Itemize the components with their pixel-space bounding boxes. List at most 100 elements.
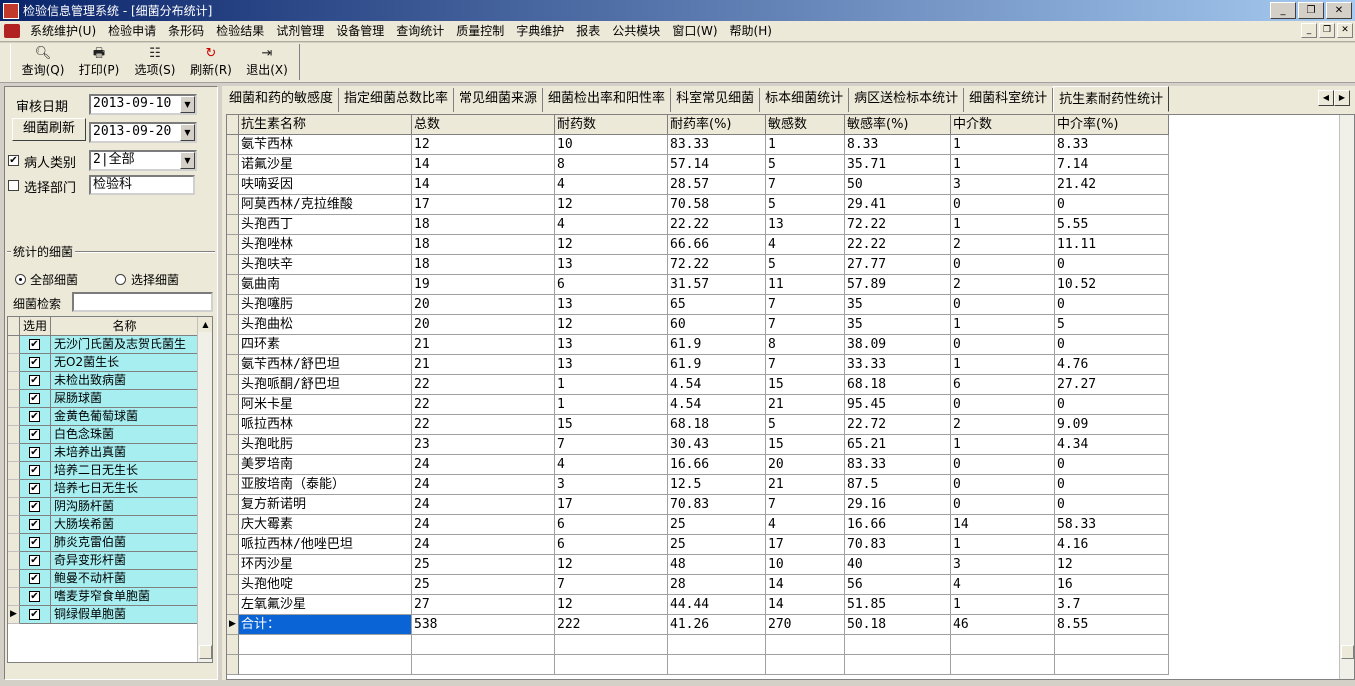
table-row[interactable]: 环丙沙星 25 12 48 10 40 3 12 <box>227 555 1169 575</box>
column-header-resistant-rate[interactable]: 耐药率(%) <box>668 115 766 135</box>
table-row[interactable]: 哌拉西林/他唑巴坦 24 6 25 17 70.83 1 4.16 <box>227 535 1169 555</box>
list-item[interactable]: ✔ 培养七日无生长 <box>8 480 199 498</box>
column-header-select[interactable]: 选用 <box>20 317 51 336</box>
menu-qc[interactable]: 质量控制 <box>450 21 510 41</box>
row-indicator[interactable] <box>227 495 239 515</box>
row-indicator[interactable] <box>227 355 239 375</box>
table-row[interactable]: 美罗培南 24 4 16.66 20 83.33 0 0 <box>227 455 1169 475</box>
close-button[interactable]: ✕ <box>1326 2 1352 19</box>
select-cell[interactable]: ✔ <box>20 444 51 462</box>
tab-antibiotic-resistance[interactable]: 抗生素耐药性统计 <box>1053 86 1170 112</box>
row-indicator[interactable] <box>227 655 239 675</box>
scrollbar-thumb[interactable] <box>199 645 212 659</box>
menu-statistics[interactable]: 查询统计 <box>390 21 450 41</box>
column-header-total[interactable]: 总数 <box>412 115 555 135</box>
table-row[interactable]: 亚胺培南（泰能） 24 3 12.5 21 87.5 0 0 <box>227 475 1169 495</box>
column-header-sensitive-rate[interactable]: 敏感率(%) <box>845 115 951 135</box>
row-checkbox[interactable]: ✔ <box>29 339 40 350</box>
table-row[interactable]: 头孢呋辛 18 13 72.22 5 27.77 0 0 <box>227 255 1169 275</box>
row-indicator[interactable] <box>8 588 20 606</box>
tab-detection-positive-rate[interactable]: 细菌检出率和阳性率 <box>543 88 672 112</box>
table-row[interactable]: 四环素 21 13 61.9 8 38.09 0 0 <box>227 335 1169 355</box>
restore-button[interactable]: ❐ <box>1298 2 1324 19</box>
table-row[interactable]: 阿米卡星 22 1 4.54 21 95.45 0 0 <box>227 395 1169 415</box>
table-row[interactable]: 氨苄西林 12 10 83.33 1 8.33 1 8.33 <box>227 135 1169 155</box>
resistance-grid-scrollbar[interactable] <box>1339 115 1354 679</box>
row-checkbox[interactable]: ✔ <box>29 483 40 494</box>
row-checkbox[interactable]: ✔ <box>29 465 40 476</box>
table-row[interactable]: 头孢西丁 18 4 22.22 13 72.22 1 5.55 <box>227 215 1169 235</box>
date-to-picker[interactable]: 2013-09-20 ▼ <box>89 122 197 143</box>
row-checkbox[interactable]: ✔ <box>29 375 40 386</box>
column-header-resistant-count[interactable]: 耐药数 <box>555 115 668 135</box>
row-indicator[interactable] <box>8 498 20 516</box>
select-cell[interactable]: ✔ <box>20 606 51 624</box>
tab-bacteria-department[interactable]: 细菌科室统计 <box>964 88 1054 112</box>
menu-public[interactable]: 公共模块 <box>606 21 666 41</box>
date-from-picker[interactable]: 2013-09-10 ▼ <box>89 94 197 115</box>
select-cell[interactable]: ✔ <box>20 588 51 606</box>
list-item[interactable]: ✔ 未检出致病菌 <box>8 372 199 390</box>
row-indicator[interactable] <box>227 595 239 615</box>
menu-request[interactable]: 检验申请 <box>102 21 162 41</box>
table-row[interactable] <box>227 655 1169 675</box>
tab-common-bacteria-source[interactable]: 常见细菌来源 <box>454 88 544 112</box>
row-checkbox[interactable]: ✔ <box>29 591 40 602</box>
app-menu-icon[interactable] <box>4 24 20 38</box>
column-header-antibiotic[interactable]: 抗生素名称 <box>239 115 412 135</box>
row-indicator[interactable] <box>227 395 239 415</box>
row-indicator[interactable] <box>227 315 239 335</box>
list-item[interactable]: ✔ 金黄色葡萄球菌 <box>8 408 199 426</box>
chevron-down-icon[interactable]: ▼ <box>180 96 195 113</box>
select-cell[interactable]: ✔ <box>20 552 51 570</box>
chevron-down-icon[interactable]: ▼ <box>180 124 195 141</box>
select-cell[interactable]: ✔ <box>20 390 51 408</box>
tab-ward-specimen[interactable]: 病区送检标本统计 <box>849 88 965 112</box>
select-cell[interactable]: ✔ <box>20 516 51 534</box>
bacteria-search-input[interactable] <box>72 292 213 312</box>
row-indicator[interactable] <box>8 570 20 588</box>
table-row[interactable]: 头孢他啶 25 7 28 14 56 4 16 <box>227 575 1169 595</box>
row-indicator[interactable] <box>8 408 20 426</box>
row-indicator[interactable] <box>8 372 20 390</box>
select-cell[interactable]: ✔ <box>20 480 51 498</box>
row-indicator[interactable] <box>227 415 239 435</box>
select-cell[interactable]: ✔ <box>20 354 51 372</box>
child-restore-button[interactable]: ❐ <box>1319 23 1335 38</box>
minimize-button[interactable]: _ <box>1270 2 1296 19</box>
chevron-down-icon[interactable]: ▼ <box>180 152 195 169</box>
table-row[interactable]: 头孢吡肟 23 7 30.43 15 65.21 1 4.34 <box>227 435 1169 455</box>
menu-help[interactable]: 帮助(H) <box>724 21 778 41</box>
row-indicator[interactable] <box>8 390 20 408</box>
tab-specimen-bacteria[interactable]: 标本细菌统计 <box>760 88 850 112</box>
table-row[interactable]: 庆大霉素 24 6 25 4 16.66 14 58.33 <box>227 515 1169 535</box>
row-indicator[interactable] <box>8 534 20 552</box>
row-indicator[interactable]: ▶ <box>227 615 239 635</box>
row-indicator[interactable] <box>227 435 239 455</box>
row-checkbox[interactable]: ✔ <box>29 429 40 440</box>
total-row[interactable]: ▶ 合计： 538 222 41.26 270 50.18 46 8.55 <box>227 615 1169 635</box>
tab-bacteria-drug-sensitivity[interactable]: 细菌和药的敏感度 <box>224 88 340 112</box>
select-cell[interactable]: ✔ <box>20 336 51 354</box>
bacteria-refresh-button[interactable]: 细菌刷新 <box>12 118 86 141</box>
select-cell[interactable]: ✔ <box>20 372 51 390</box>
list-item[interactable]: ✔ 阴沟肠杆菌 <box>8 498 199 516</box>
row-indicator[interactable] <box>227 215 239 235</box>
menu-dictionary[interactable]: 字典维护 <box>510 21 570 41</box>
select-cell[interactable]: ✔ <box>20 498 51 516</box>
select-cell[interactable]: ✔ <box>20 408 51 426</box>
row-indicator[interactable] <box>227 235 239 255</box>
patient-type-select[interactable]: 2|全部 ▼ <box>89 150 197 171</box>
row-indicator[interactable] <box>227 635 239 655</box>
list-item[interactable]: ✔ 奇异变形杆菌 <box>8 552 199 570</box>
child-close-button[interactable]: ✕ <box>1337 23 1353 38</box>
row-indicator[interactable] <box>227 575 239 595</box>
patient-type-checkbox[interactable]: ✔ <box>8 155 19 166</box>
row-checkbox[interactable]: ✔ <box>29 573 40 584</box>
row-indicator[interactable] <box>8 426 20 444</box>
column-header-intermediate-rate[interactable]: 中介率(%) <box>1055 115 1169 135</box>
table-row[interactable] <box>227 635 1169 655</box>
chevron-left-icon[interactable]: ◀ <box>1318 90 1334 106</box>
select-cell[interactable]: ✔ <box>20 570 51 588</box>
row-indicator[interactable] <box>8 480 20 498</box>
